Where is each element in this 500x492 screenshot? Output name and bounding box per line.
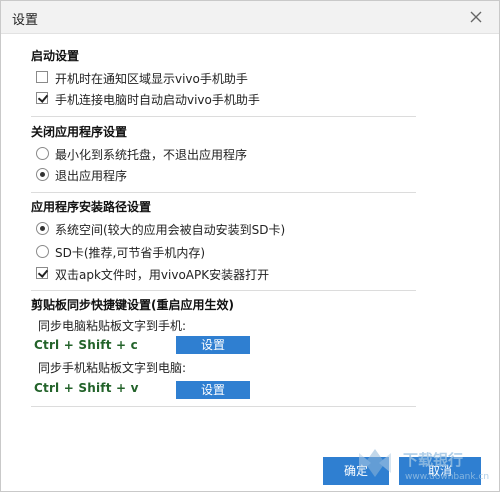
cancel-button[interactable]: 取消 xyxy=(399,457,481,485)
settings-dialog: 设置 启动设置 开机时在通知区域显示vivo手机助手 手机连接电脑时自动启动vi… xyxy=(0,0,500,492)
set-hotkey-pc-to-phone-button[interactable]: 设置 xyxy=(176,336,250,354)
checkbox[interactable] xyxy=(36,92,48,104)
close-icon[interactable] xyxy=(467,8,485,26)
hotkey-phone-to-pc: Ctrl + Shift + v xyxy=(34,381,139,395)
divider xyxy=(31,116,416,117)
checkbox[interactable] xyxy=(36,267,48,279)
close-app-section-title: 关闭应用程序设置 xyxy=(31,125,128,139)
dialog-title: 设置 xyxy=(12,13,39,28)
option-label: 系统空间(较大的应用会被自动安装到SD卡) xyxy=(55,223,286,237)
clipboard-pc-to-phone-label: 同步电脑粘贴板文字到手机: xyxy=(38,319,187,333)
radio-button[interactable] xyxy=(36,245,49,258)
set-hotkey-phone-to-pc-button[interactable]: 设置 xyxy=(176,381,250,399)
radio-button[interactable] xyxy=(36,222,49,235)
divider xyxy=(31,290,416,291)
clipboard-section-title: 剪贴板同步快捷键设置(重启应用生效) xyxy=(31,298,234,312)
divider xyxy=(31,406,416,407)
radio-button[interactable] xyxy=(36,168,49,181)
option-label: 手机连接电脑时自动启动vivo手机助手 xyxy=(55,93,260,107)
divider xyxy=(31,192,416,193)
option-label: 最小化到系统托盘，不退出应用程序 xyxy=(55,148,248,162)
option-label: SD卡(推荐,可节省手机内存) xyxy=(55,246,206,260)
title-bar: 设置 xyxy=(1,1,499,34)
checkbox[interactable] xyxy=(36,71,48,83)
option-label: 双击apk文件时，用vivoAPK安装器打开 xyxy=(55,268,270,282)
hotkey-pc-to-phone: Ctrl + Shift + c xyxy=(34,338,138,352)
clipboard-phone-to-pc-label: 同步手机粘贴板文字到电脑: xyxy=(38,361,187,375)
install-path-section-title: 应用程序安装路径设置 xyxy=(31,200,152,214)
option-label: 开机时在通知区域显示vivo手机助手 xyxy=(55,72,248,86)
option-label: 退出应用程序 xyxy=(55,169,128,183)
startup-section-title: 启动设置 xyxy=(31,49,80,63)
radio-button[interactable] xyxy=(36,147,49,160)
ok-button[interactable]: 确定 xyxy=(323,457,389,485)
